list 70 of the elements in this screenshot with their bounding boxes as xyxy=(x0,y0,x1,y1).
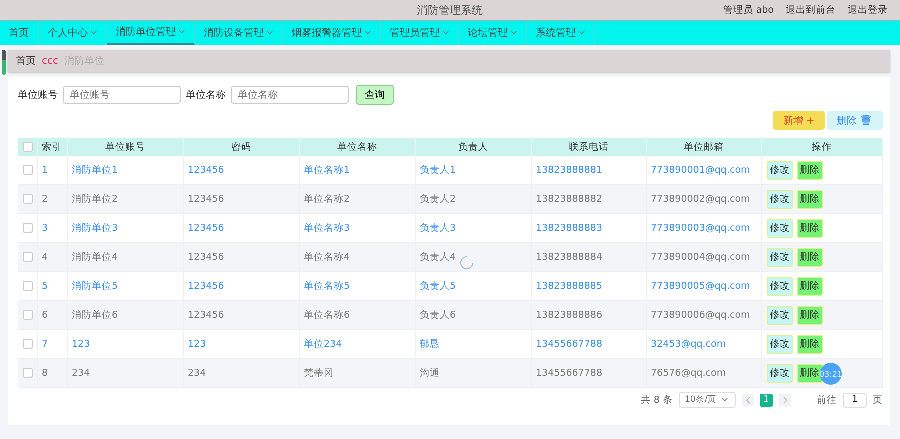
column-header: 操作 xyxy=(812,140,832,154)
goto-page-field[interactable]: 1 xyxy=(843,392,867,408)
column-header: 联系电话 xyxy=(569,140,609,154)
column-header: 索引 xyxy=(42,140,62,154)
admin-user: 管理员 abo xyxy=(723,4,774,16)
table-cell: 234 xyxy=(68,359,184,388)
nav-tab[interactable]: 消防单位管理 xyxy=(107,20,195,45)
table-cell: 沟通 xyxy=(416,359,532,388)
table-cell: 234 xyxy=(184,359,300,388)
nav-tab[interactable]: 系统管理 xyxy=(527,20,595,45)
edit-button[interactable]: 修改 xyxy=(767,160,793,180)
nav-tab[interactable]: 论坛管理 xyxy=(459,20,527,45)
search-field[interactable]: 单位名称 xyxy=(231,86,349,104)
app-title: 消防管理系统 xyxy=(417,2,483,18)
delete-button[interactable]: 删除 xyxy=(797,160,823,180)
goto-label: 前往 xyxy=(817,394,837,406)
select-all-checkbox[interactable] xyxy=(22,142,32,152)
column-header: 密码 xyxy=(232,140,252,154)
delete-button[interactable]: 删除 xyxy=(797,334,823,354)
page-size-select[interactable]: 10条/页 xyxy=(679,392,736,408)
search-button[interactable]: 查询 xyxy=(356,85,394,105)
table-cell: 8 xyxy=(38,359,68,388)
total-count: 共 8 条 xyxy=(640,394,673,406)
table-cell: 76576@qq.com xyxy=(647,359,762,388)
chevron-left-icon xyxy=(746,396,750,404)
edit-button[interactable]: 修改 xyxy=(767,218,793,238)
breadcrumb-separator: ccc xyxy=(42,56,58,66)
delete-button[interactable]: 删除 xyxy=(797,306,823,324)
header-link[interactable]: 退出到前台 xyxy=(786,4,836,16)
header-link[interactable]: 退出登录 xyxy=(848,4,888,16)
delete-button[interactable]: 删除 xyxy=(797,276,823,296)
row-checkbox[interactable] xyxy=(22,339,32,349)
delete-button[interactable]: 删除 xyxy=(797,190,823,208)
loading-spinner-icon xyxy=(460,256,474,270)
column-header: 负责人 xyxy=(458,140,488,154)
nav-tab[interactable]: 个人中心 xyxy=(39,20,107,45)
field-label: 单位账号 xyxy=(18,88,58,102)
row-checkbox[interactable] xyxy=(22,165,32,175)
chevron-right-icon xyxy=(782,396,788,404)
column-header: 单位邮箱 xyxy=(684,140,724,154)
breadcrumb-link[interactable]: 首页 xyxy=(16,54,36,68)
delete-button[interactable]: 删除 xyxy=(797,248,823,266)
nav-tab[interactable]: 管理员管理 xyxy=(381,20,459,45)
table-cell: 梵蒂冈 xyxy=(300,359,416,388)
row-checkbox[interactable] xyxy=(22,310,32,320)
column-header: 单位账号 xyxy=(106,140,146,154)
edit-button[interactable]: 修改 xyxy=(767,190,793,208)
edit-button[interactable]: 修改 xyxy=(767,306,793,324)
search-field[interactable]: 单位账号 xyxy=(63,86,181,104)
scrollbar-thumb[interactable] xyxy=(2,50,6,75)
field-label: 单位名称 xyxy=(186,88,226,102)
edit-button[interactable]: 修改 xyxy=(767,364,793,382)
nav-tab[interactable]: 首页 xyxy=(0,20,39,45)
caret-icon xyxy=(722,398,728,402)
edit-button[interactable]: 修改 xyxy=(767,248,793,266)
row-checkbox[interactable] xyxy=(22,194,32,204)
delete-button[interactable]: 删除 xyxy=(797,218,823,238)
next-page-button[interactable] xyxy=(779,394,791,406)
edit-button[interactable]: 修改 xyxy=(767,334,793,354)
row-checkbox[interactable] xyxy=(22,252,32,262)
page-unit-label: 页 xyxy=(873,394,883,406)
nav-tab[interactable]: 消防设备管理 xyxy=(195,20,283,45)
table-cell: 13455667788 xyxy=(532,359,647,388)
row-checkbox[interactable] xyxy=(22,368,32,378)
prev-page-button[interactable] xyxy=(742,394,754,406)
row-checkbox[interactable] xyxy=(22,281,32,291)
nav-tab[interactable]: 烟雾报警器管理 xyxy=(283,20,381,45)
row-checkbox[interactable] xyxy=(22,223,32,233)
column-header: 单位名称 xyxy=(338,140,378,154)
edit-button[interactable]: 修改 xyxy=(767,276,793,296)
